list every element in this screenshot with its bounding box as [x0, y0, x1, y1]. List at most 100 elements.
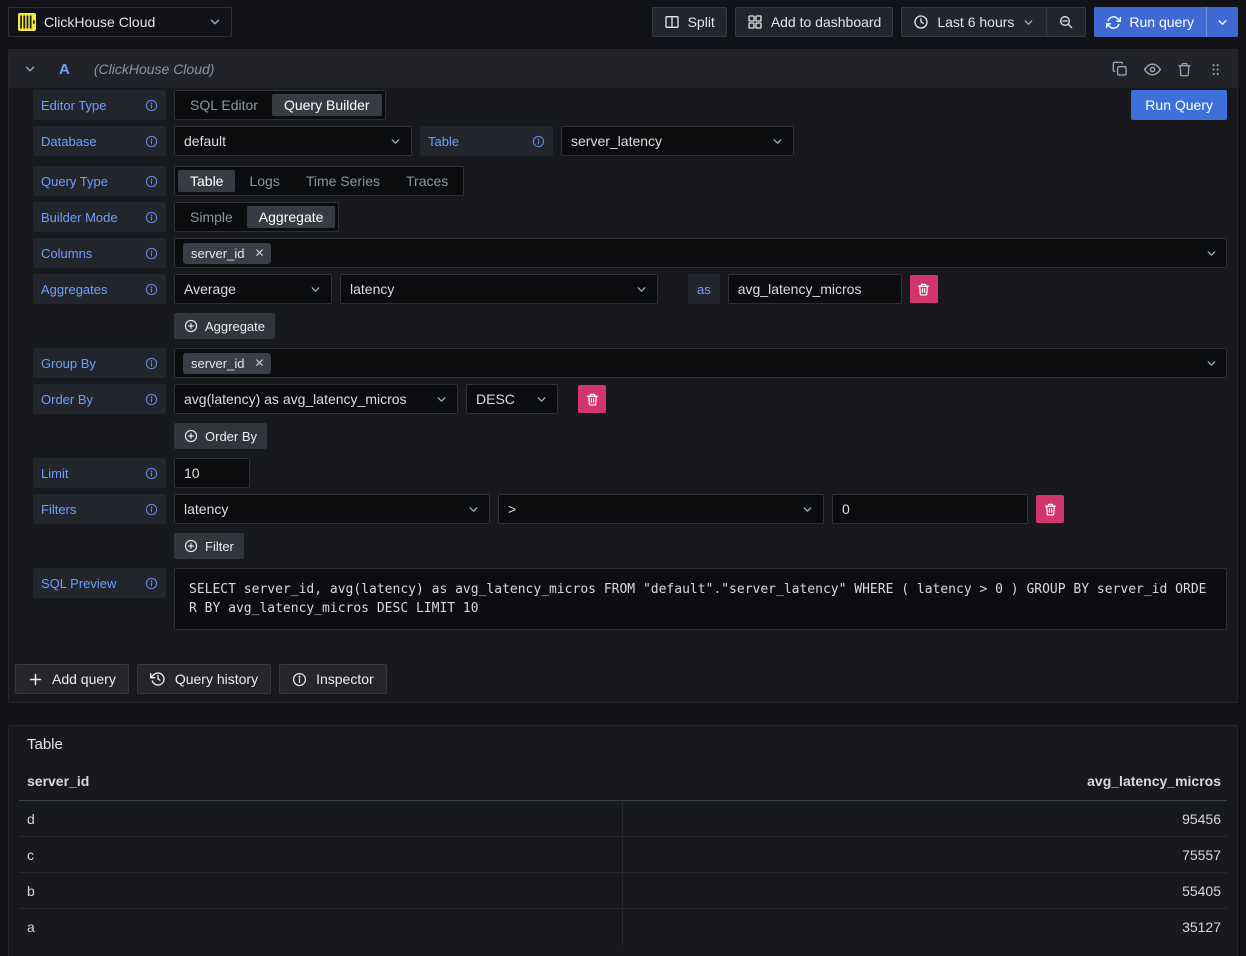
chevron-down-icon [467, 503, 480, 516]
add-to-dashboard-button[interactable]: Add to dashboard [735, 7, 894, 37]
add-to-dashboard-label: Add to dashboard [771, 14, 882, 30]
info-circle-icon[interactable] [145, 247, 158, 260]
builder-mode-option-aggregate[interactable]: Aggregate [247, 206, 336, 228]
split-label: Split [688, 14, 715, 30]
info-circle-icon[interactable] [145, 99, 158, 112]
delete-query-trash-icon[interactable] [1177, 62, 1192, 77]
split-button[interactable]: Split [652, 7, 727, 37]
group-by-label: Group By [33, 348, 166, 378]
info-circle-icon[interactable] [145, 357, 158, 370]
add-query-button[interactable]: Add query [15, 664, 129, 694]
info-circle-icon[interactable] [145, 211, 158, 224]
remove-chip-x-icon[interactable]: ✕ [251, 246, 267, 260]
info-circle-icon[interactable] [532, 135, 545, 148]
drag-handle-icon[interactable] [1208, 62, 1223, 77]
hide-query-eye-icon[interactable] [1144, 61, 1161, 78]
query-type-option-traces[interactable]: Traces [394, 170, 460, 192]
order-by-label: Order By [33, 384, 166, 414]
toolbar-actions: Split Add to dashboard Last 6 hours Run … [652, 7, 1238, 37]
query-history-button[interactable]: Query history [137, 664, 271, 694]
cell-avg-latency: 95456 [623, 801, 1227, 836]
apps-grid-icon [747, 14, 763, 30]
run-query-label: Run query [1129, 14, 1194, 30]
chip-label: server_id [191, 246, 244, 261]
info-circle-icon [292, 672, 307, 687]
aggregates-label: Aggregates [33, 274, 166, 304]
filter-column-value: latency [184, 501, 228, 517]
info-circle-icon[interactable] [145, 135, 158, 148]
info-circle-icon[interactable] [145, 393, 158, 406]
field-label-text: Database [41, 134, 97, 149]
info-circle-icon[interactable] [145, 175, 158, 188]
run-query-mode-dropdown[interactable] [1206, 7, 1238, 37]
zoom-out-button[interactable] [1046, 8, 1085, 36]
add-order-by-label: Order By [205, 429, 257, 444]
query-type-option-time-series[interactable]: Time Series [294, 170, 392, 192]
filters-row: Filters latency > [33, 494, 1227, 524]
info-circle-icon[interactable] [145, 467, 158, 480]
aggregate-column-select[interactable]: latency [340, 274, 658, 304]
table-select[interactable]: server_latency [561, 126, 794, 156]
trash-icon [586, 393, 599, 406]
aggregate-alias-input[interactable] [728, 274, 902, 304]
editor-type-option-sql-editor[interactable]: SQL Editor [178, 94, 270, 116]
datasource-picker[interactable]: ClickHouse Cloud [8, 7, 232, 37]
table-row[interactable]: d 95456 [19, 801, 1227, 837]
remove-aggregate-button[interactable] [910, 275, 938, 303]
add-filter-label: Filter [205, 539, 234, 554]
info-circle-icon[interactable] [145, 577, 158, 590]
table-row[interactable]: c 75557 [19, 837, 1227, 873]
builder-mode-option-simple[interactable]: Simple [178, 206, 245, 228]
chevron-down-icon [801, 503, 814, 516]
query-type-option-table[interactable]: Table [178, 170, 235, 192]
query-row-header[interactable]: A (ClickHouse Cloud) [9, 50, 1237, 88]
query-type-label: Query Type [33, 166, 166, 196]
columns-row: Columns server_id ✕ [33, 238, 1227, 268]
table-row[interactable]: b 55405 [19, 873, 1227, 909]
database-select[interactable]: default [174, 126, 412, 156]
inspector-button[interactable]: Inspector [279, 664, 387, 694]
chevron-down-icon [771, 135, 784, 148]
plus-circle-icon [184, 319, 198, 333]
run-query-panel-button[interactable]: Run Query [1131, 90, 1227, 120]
add-aggregate-button[interactable]: Aggregate [174, 313, 275, 339]
add-filter-row: Filter [33, 533, 1227, 559]
run-query-button[interactable]: Run query [1094, 7, 1206, 37]
info-circle-icon[interactable] [145, 503, 158, 516]
sync-icon [1106, 15, 1121, 30]
group-by-multiselect[interactable]: server_id ✕ [174, 348, 1227, 378]
add-order-by-button[interactable]: Order By [174, 423, 267, 449]
column-header-server-id[interactable]: server_id [19, 773, 623, 789]
add-filter-button[interactable]: Filter [174, 533, 244, 559]
selected-group-by-chip: server_id ✕ [183, 353, 271, 374]
plus-icon [28, 672, 43, 687]
limit-input[interactable] [174, 458, 250, 488]
run-query-split-button: Run query [1094, 7, 1238, 37]
columns-multiselect[interactable]: server_id ✕ [174, 238, 1227, 268]
time-range-picker[interactable]: Last 6 hours [902, 8, 1046, 36]
filter-column-select[interactable]: latency [174, 494, 490, 524]
remove-order-by-button[interactable] [578, 385, 606, 413]
remove-filter-button[interactable] [1036, 495, 1064, 523]
query-type-row: Query Type Table Logs Time Series Traces [33, 166, 1227, 196]
chevron-down-icon [535, 393, 548, 406]
zoom-out-icon [1058, 14, 1074, 30]
info-circle-icon[interactable] [145, 283, 158, 296]
filter-operator-select[interactable]: > [498, 494, 824, 524]
order-by-direction-select[interactable]: DESC [466, 384, 558, 414]
table-row[interactable]: a 35127 [19, 909, 1227, 945]
cell-avg-latency: 35127 [623, 909, 1227, 945]
filter-value-input[interactable] [832, 494, 1028, 524]
column-header-avg-latency-micros[interactable]: avg_latency_micros [623, 773, 1227, 789]
sql-preview-label: SQL Preview [33, 568, 166, 598]
collapse-chevron-icon[interactable] [23, 62, 37, 76]
duplicate-query-icon[interactable] [1112, 61, 1128, 77]
order-by-field-select[interactable]: avg(latency) as avg_latency_micros [174, 384, 458, 414]
query-ref-id[interactable]: A [59, 61, 70, 78]
aggregate-function-select[interactable]: Average [174, 274, 332, 304]
editor-type-option-query-builder[interactable]: Query Builder [272, 94, 382, 116]
sql-preview-text[interactable]: SELECT server_id, avg(latency) as avg_la… [174, 568, 1227, 630]
chevron-down-icon [1022, 16, 1035, 29]
remove-chip-x-icon[interactable]: ✕ [251, 356, 267, 370]
query-type-option-logs[interactable]: Logs [237, 170, 291, 192]
